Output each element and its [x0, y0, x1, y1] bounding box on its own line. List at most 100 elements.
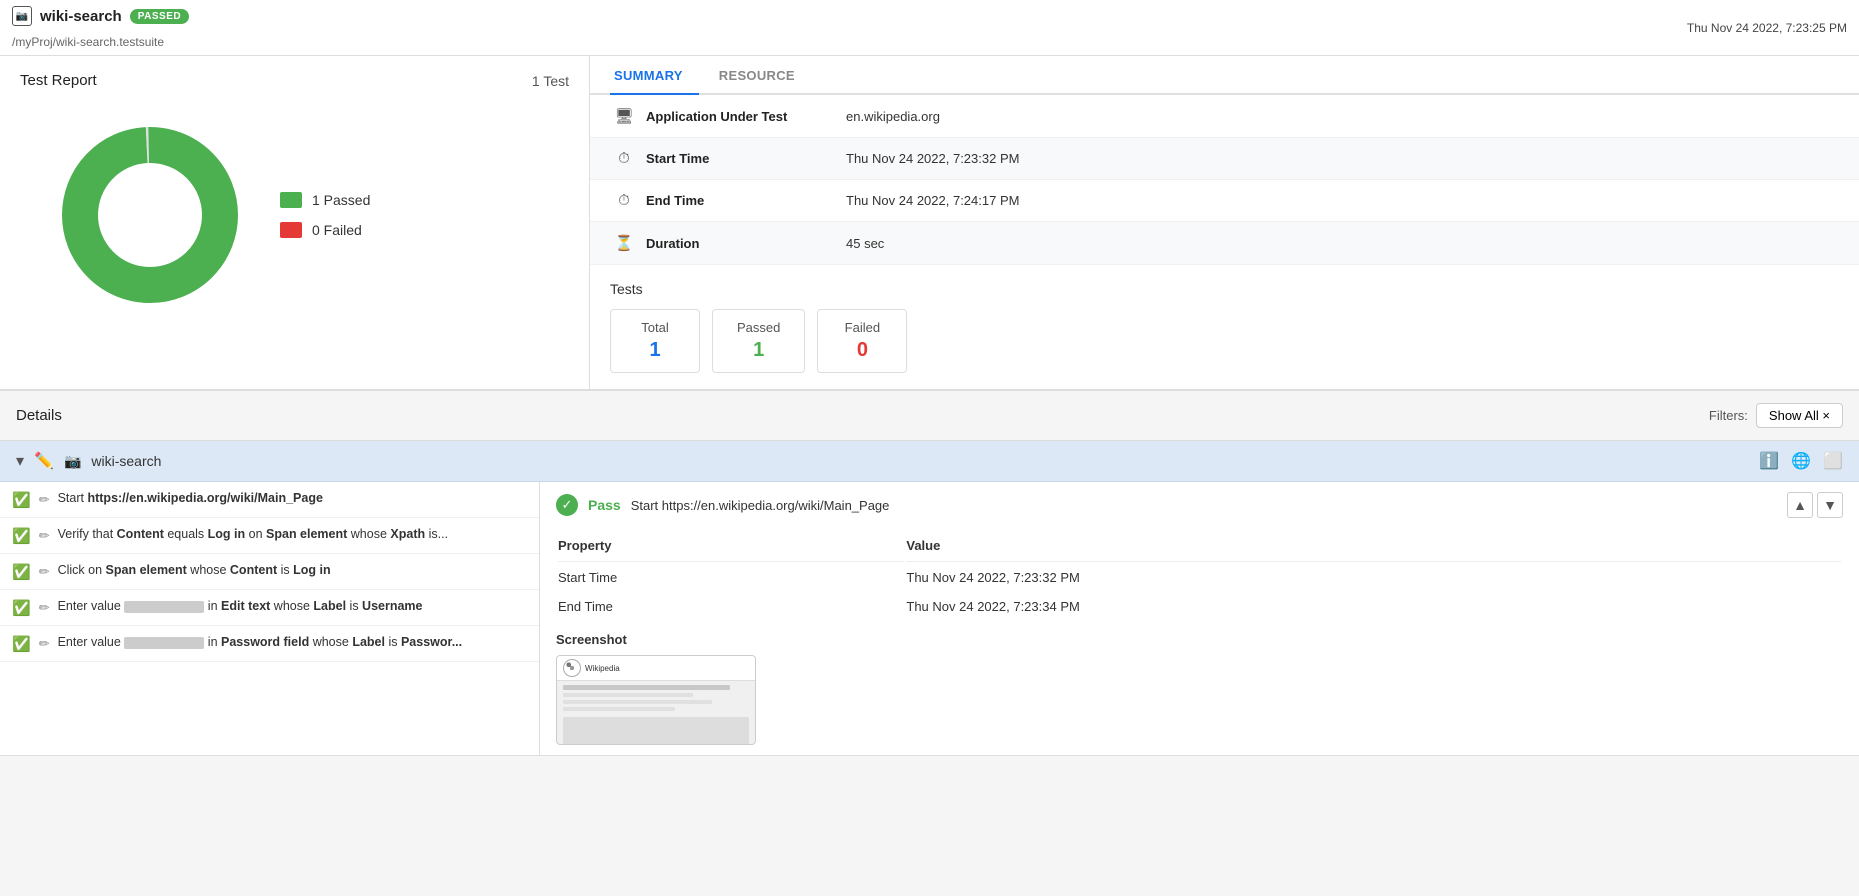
step-item-2: ✅ ✏ Verify that Content equals Log in on… — [0, 518, 539, 554]
test-item-name: wiki-search — [91, 453, 161, 469]
tab-summary[interactable]: SUMMARY — [610, 56, 699, 95]
legend-passed: 1 Passed — [280, 192, 370, 208]
test-item-left: ▾ ✏️ 📷 wiki-search — [16, 451, 161, 471]
header-title-row: 📷 wiki-search PASSED — [12, 6, 189, 26]
val-col-header: Value — [906, 534, 1841, 562]
prop-row-end: End Time Thu Nov 24 2022, 7:23:34 PM — [558, 593, 1841, 620]
step-edit-icon-2[interactable]: ✏ — [39, 528, 50, 544]
prop-col-header: Property — [558, 534, 904, 562]
aut-label: Application Under Test — [646, 109, 846, 124]
camera-icon: 📷 — [12, 6, 32, 26]
datetime-display: Thu Nov 24 2022, 7:23:25 PM — [1687, 21, 1847, 35]
summary-row-duration: ⏳ Duration 45 sec — [590, 222, 1859, 265]
step-edit-icon-4[interactable]: ✏ — [39, 600, 50, 616]
step-text-4: Enter value in Edit text whose Label is … — [58, 598, 423, 616]
properties-table: Property Value Start Time Thu Nov 24 202… — [556, 532, 1843, 622]
summary-panel: SUMMARY RESOURCE 🖥 Application Under Tes… — [590, 56, 1859, 390]
test-item-icons: ℹ️ 🌐 ⬜ — [1759, 451, 1843, 471]
tab-resource[interactable]: RESOURCE — [715, 56, 811, 95]
donut-chart — [50, 115, 250, 315]
chrome-icon[interactable]: 🌐 — [1791, 451, 1811, 471]
wiki-site-label: Wikipedia — [585, 664, 620, 673]
hourglass-icon: ⏳ — [610, 234, 638, 252]
edit-icon[interactable]: ✏️ — [34, 451, 54, 471]
failed-box-label: Failed — [842, 320, 882, 335]
tests-section: Tests Total 1 Passed 1 Failed 0 — [590, 265, 1859, 389]
summary-row-aut: 🖥 Application Under Test en.wikipedia.or… — [590, 95, 1859, 138]
summary-row-start: ⏱ Start Time Thu Nov 24 2022, 7:23:32 PM — [590, 138, 1859, 180]
monitor-icon: 🖥 — [610, 107, 638, 125]
test-box-total: Total 1 — [610, 309, 700, 373]
header-left: 📷 wiki-search PASSED /myProj/wiki-search… — [12, 6, 189, 49]
prop-name-end: End Time — [558, 593, 904, 620]
test-count: 1 Test — [532, 73, 569, 89]
main-area: Test Report 1 Test 1 Passed 0 Fa — [0, 56, 1859, 390]
step-pass-icon-5: ✅ — [12, 635, 31, 653]
prev-step-button[interactable]: ▲ — [1787, 492, 1813, 518]
step-pass-icon-2: ✅ — [12, 527, 31, 545]
detail-split: ✅ ✏ Start https://en.wikipedia.org/wiki/… — [0, 482, 1859, 756]
test-report-panel: Test Report 1 Test 1 Passed 0 Fa — [0, 56, 590, 390]
summary-content: 🖥 Application Under Test en.wikipedia.or… — [590, 95, 1859, 265]
pass-circle-icon: ✓ — [556, 494, 578, 516]
screenshot-section: Screenshot Wikipedia — [556, 632, 1843, 745]
test-item-bar: ▾ ✏️ 📷 wiki-search ℹ️ 🌐 ⬜ — [0, 441, 1859, 482]
next-step-button[interactable]: ▼ — [1817, 492, 1843, 518]
clock-icon-start: ⏱ — [610, 150, 638, 167]
clock-icon-end: ⏱ — [610, 192, 638, 209]
end-time-value: Thu Nov 24 2022, 7:24:17 PM — [846, 193, 1019, 208]
start-time-value: Thu Nov 24 2022, 7:23:32 PM — [846, 151, 1019, 166]
wiki-thumb-header: Wikipedia — [557, 656, 755, 681]
show-all-filter-button[interactable]: Show All × — [1756, 403, 1843, 428]
summary-row-end: ⏱ End Time Thu Nov 24 2022, 7:24:17 PM — [590, 180, 1859, 222]
step-edit-icon-1[interactable]: ✏ — [39, 492, 50, 508]
header: 📷 wiki-search PASSED /myProj/wiki-search… — [0, 0, 1859, 56]
collapse-icon[interactable]: ▾ — [16, 451, 24, 471]
failed-box-value: 0 — [842, 339, 882, 362]
total-value: 1 — [635, 339, 675, 362]
step-item-4: ✅ ✏ Enter value in Edit text whose Label… — [0, 590, 539, 626]
detail-right-panel: ✓ Pass Start https://en.wikipedia.org/wi… — [540, 482, 1859, 755]
step-item-3: ✅ ✏ Click on Span element whose Content … — [0, 554, 539, 590]
wiki-content-area — [557, 681, 755, 745]
step-text-3: Click on Span element whose Content is L… — [58, 562, 331, 580]
step-item-1: ✅ ✏ Start https://en.wikipedia.org/wiki/… — [0, 482, 539, 518]
legend-failed: 0 Failed — [280, 222, 370, 238]
prop-value-end: Thu Nov 24 2022, 7:23:34 PM — [906, 593, 1841, 620]
start-time-label: Start Time — [646, 151, 846, 166]
step-pass-icon-4: ✅ — [12, 599, 31, 617]
passed-box-label: Passed — [737, 320, 780, 335]
prop-value-start: Thu Nov 24 2022, 7:23:32 PM — [906, 564, 1841, 591]
steps-list: ✅ ✏ Start https://en.wikipedia.org/wiki/… — [0, 482, 540, 755]
passed-color-box — [280, 192, 302, 208]
step-text-1: Start https://en.wikipedia.org/wiki/Main… — [58, 490, 323, 508]
prop-row-start: Start Time Thu Nov 24 2022, 7:23:32 PM — [558, 564, 1841, 591]
details-header-bar: Details Filters: Show All × — [0, 390, 1859, 441]
step-text-5: Enter value in Password field whose Labe… — [58, 634, 463, 652]
tests-boxes: Total 1 Passed 1 Failed 0 — [610, 309, 1839, 373]
test-box-failed: Failed 0 — [817, 309, 907, 373]
total-label: Total — [635, 320, 675, 335]
window-icon[interactable]: ⬜ — [1823, 451, 1843, 471]
step-edit-icon-3[interactable]: ✏ — [39, 564, 50, 580]
camera-icon-test[interactable]: 📷 — [64, 453, 81, 470]
info-icon[interactable]: ℹ️ — [1759, 451, 1779, 471]
step-edit-icon-5[interactable]: ✏ — [39, 636, 50, 652]
duration-label: Duration — [646, 236, 846, 251]
failed-color-box — [280, 222, 302, 238]
screenshot-thumbnail: Wikipedia — [556, 655, 756, 745]
step-item-5: ✅ ✏ Enter value in Password field whose … — [0, 626, 539, 662]
wiki-logo-icon — [563, 659, 581, 677]
tests-section-title: Tests — [610, 281, 1839, 297]
details-title: Details — [16, 407, 62, 424]
pass-header: ✓ Pass Start https://en.wikipedia.org/wi… — [556, 492, 1843, 518]
aut-value: en.wikipedia.org — [846, 109, 940, 124]
pass-label: Pass — [588, 497, 621, 513]
filters-area: Filters: Show All × — [1709, 403, 1843, 428]
end-time-label: End Time — [646, 193, 846, 208]
step-text-2: Verify that Content equals Log in on Spa… — [58, 526, 448, 544]
screenshot-label: Screenshot — [556, 632, 1843, 647]
passed-label: 1 Passed — [312, 192, 370, 208]
passed-box-value: 1 — [737, 339, 780, 362]
pass-step-text: Start https://en.wikipedia.org/wiki/Main… — [631, 498, 890, 513]
